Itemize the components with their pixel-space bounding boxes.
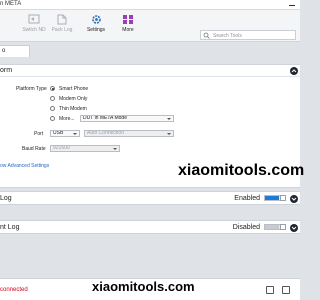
radio-modem-only[interactable]: [50, 96, 55, 101]
chevron-down-icon: [291, 197, 297, 201]
minimize-button[interactable]: [288, 1, 296, 8]
collapse-button[interactable]: [290, 67, 298, 75]
log-toggle[interactable]: [264, 195, 286, 201]
radio-thin-modem[interactable]: [50, 106, 55, 111]
toggle-knob: [280, 195, 286, 201]
connection-value: Auto Connection: [87, 130, 124, 136]
pack-log-icon: [57, 14, 67, 25]
radio-smart-phone[interactable]: [50, 86, 55, 91]
toggle-fill: [265, 225, 279, 229]
connection-status: connected: [0, 287, 28, 293]
option-smart-phone-label: Smart Phone: [59, 86, 89, 92]
window-title: n META: [0, 1, 22, 7]
settings-icon: [91, 15, 101, 24]
option-modem-only-label: Modem Only: [59, 96, 88, 102]
search-icon: [203, 32, 210, 39]
expand-button[interactable]: [290, 224, 298, 232]
baud-rate-select: 921600: [50, 145, 120, 152]
more-button[interactable]: More: [114, 14, 142, 40]
platform-type-label: Platform Type: [16, 86, 47, 92]
platform-panel-header[interactable]: orm: [0, 65, 300, 77]
switch-nd-label: Switch ND: [22, 27, 46, 33]
radio-more[interactable]: [50, 116, 55, 121]
chevron-up-icon: [291, 69, 297, 73]
chevron-down-icon: [113, 148, 117, 150]
secondary-log-state-label: Disabled: [232, 224, 260, 231]
title-bar: n META: [0, 0, 300, 10]
baud-rate-label: Baud Rate: [22, 146, 46, 152]
baud-rate-value: 921600: [53, 145, 70, 151]
port-value: USB: [53, 130, 64, 136]
chevron-down-icon: [167, 133, 171, 135]
settings-label: Settings: [86, 27, 106, 33]
secondary-log-toggle[interactable]: [264, 224, 286, 230]
secondary-log-title: nt Log: [0, 224, 20, 231]
log-panel: Log Enabled: [0, 191, 300, 205]
platform-panel-title: orm: [0, 67, 13, 74]
more-label: More: [122, 27, 134, 33]
advanced-settings-link[interactable]: ow Advanced Settings: [0, 163, 49, 169]
more-icon: [123, 15, 133, 24]
watermark: xiaomitools.com: [92, 279, 195, 294]
toolbar: Switch ND Pack Log Settings More: [0, 10, 300, 42]
toggle-fill: [265, 196, 279, 200]
more-mode-value: DUT in META Mode: [83, 115, 127, 121]
tab-main[interactable]: o: [0, 45, 30, 57]
restore-button[interactable]: [266, 286, 274, 294]
pack-log-label: Pack Log: [51, 27, 73, 33]
toggle-knob: [280, 224, 286, 230]
tab-strip: o: [0, 43, 300, 57]
log-panel-title: Log: [0, 195, 12, 202]
port-select[interactable]: USB: [50, 130, 80, 137]
switch-nd-button[interactable]: Switch ND: [20, 14, 48, 40]
expand-button[interactable]: [290, 195, 298, 203]
option-more-label: More...: [59, 116, 75, 122]
search-box[interactable]: [200, 30, 296, 40]
watermark: xiaomitools.com: [178, 162, 305, 179]
connection-select: Auto Connection: [84, 130, 174, 137]
window-button[interactable]: [282, 286, 290, 294]
more-mode-select[interactable]: DUT in META Mode: [80, 115, 174, 122]
search-input[interactable]: [213, 32, 293, 39]
chevron-down-icon: [167, 118, 171, 120]
secondary-log-panel: nt Log Disabled: [0, 220, 300, 234]
switch-nd-icon: [28, 14, 40, 24]
option-thin-modem-label: Thin Modem: [59, 106, 87, 112]
chevron-down-icon: [291, 226, 297, 230]
pack-log-button[interactable]: Pack Log: [48, 14, 76, 40]
chevron-down-icon: [73, 133, 77, 135]
log-state-label: Enabled: [234, 195, 260, 202]
port-label: Port: [34, 131, 44, 137]
settings-button[interactable]: Settings: [82, 14, 110, 40]
